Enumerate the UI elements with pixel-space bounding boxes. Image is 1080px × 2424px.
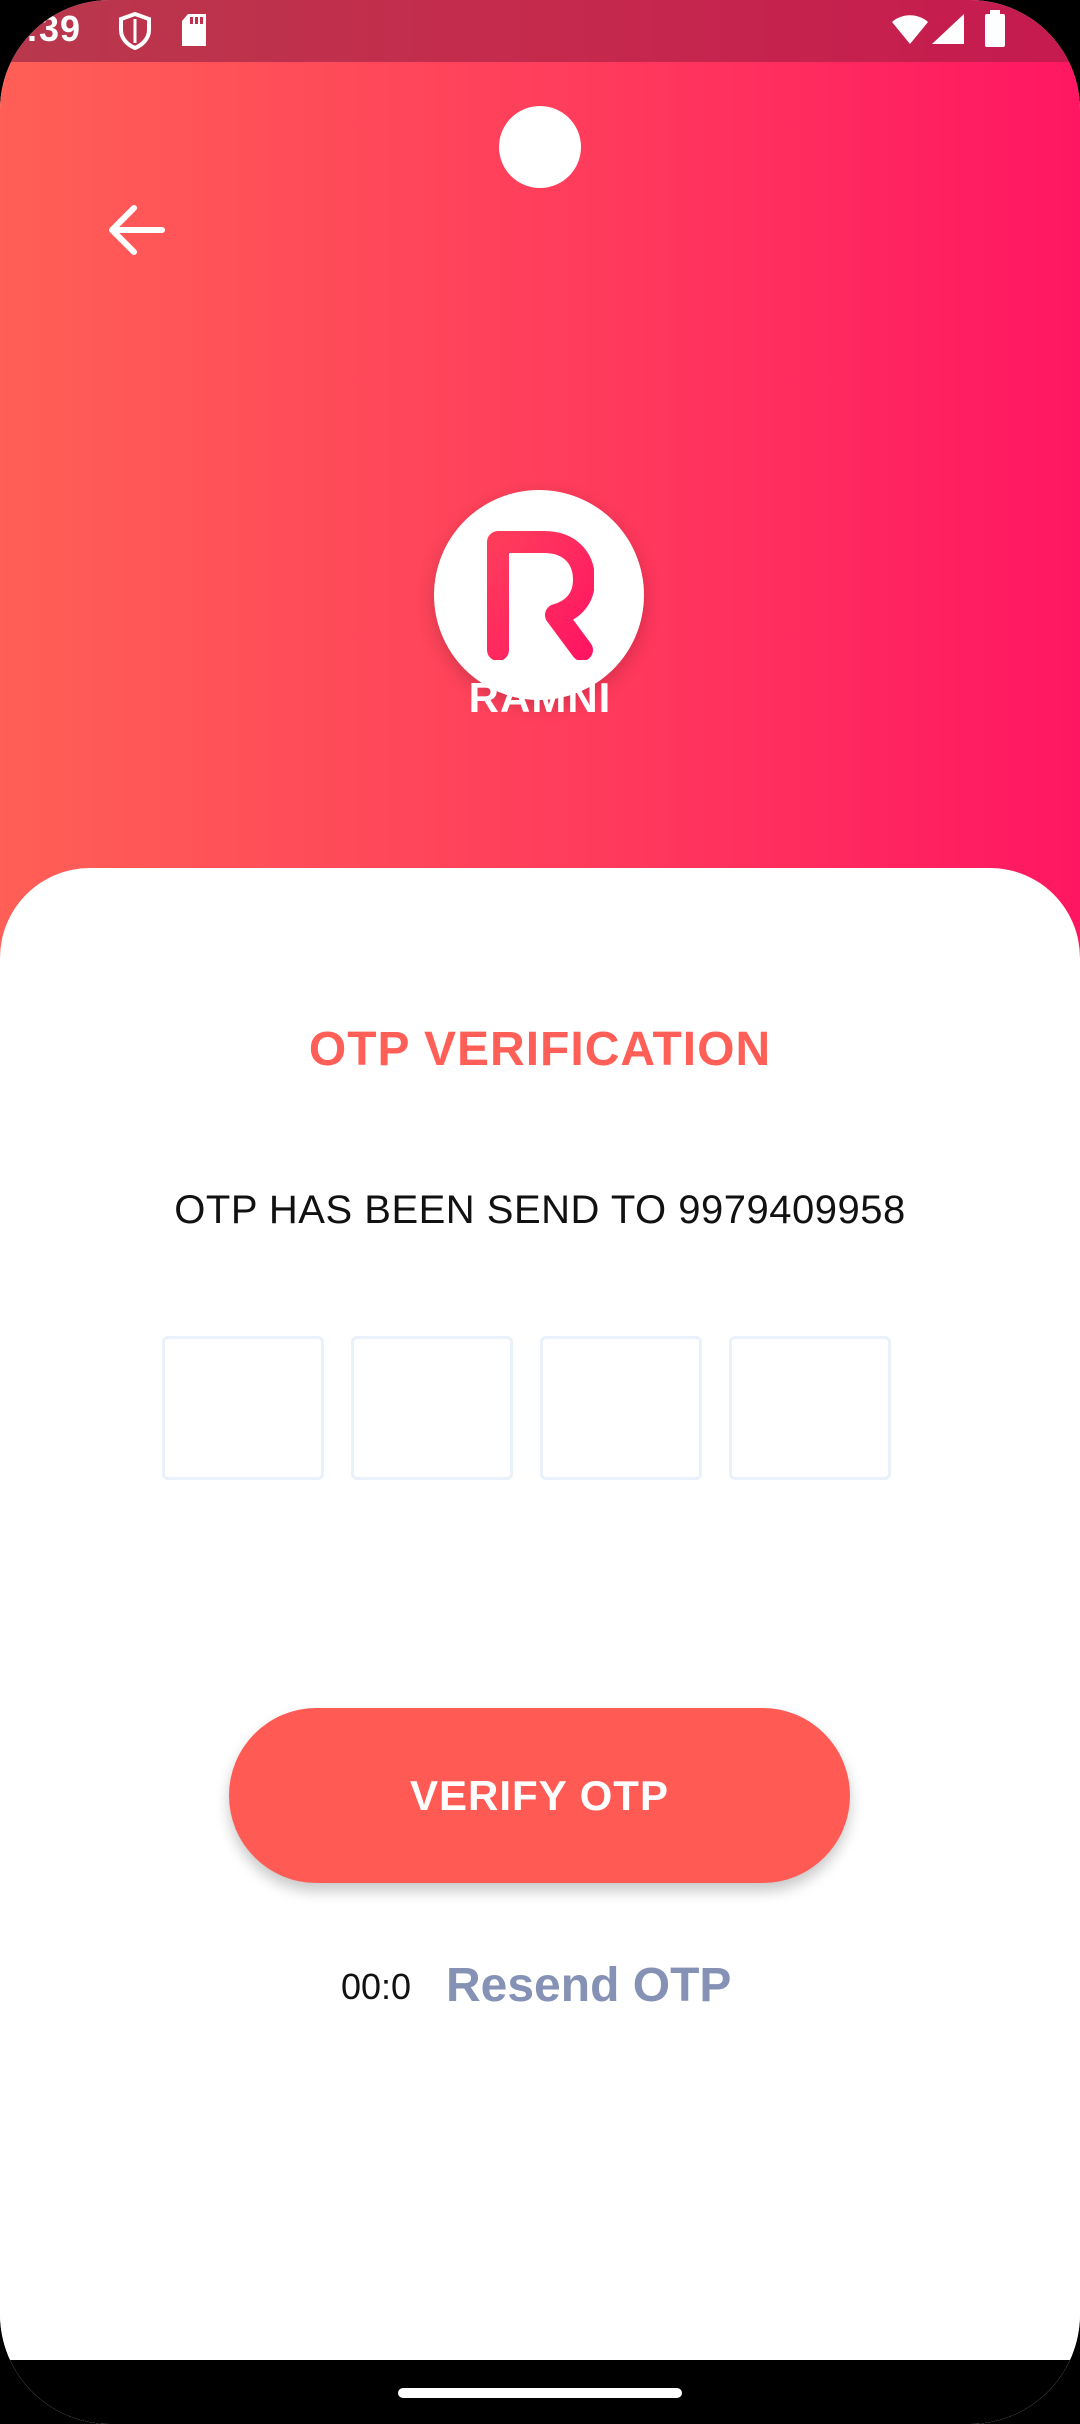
otp-digit-4[interactable] (729, 1336, 891, 1480)
app-logo (434, 490, 644, 700)
logo-letter-icon (487, 531, 594, 660)
front-camera (499, 106, 581, 188)
status-bar: :39 (0, 0, 1080, 62)
header-banner: RAMNI (0, 62, 1080, 962)
arrow-left-icon[interactable] (104, 198, 168, 262)
otp-title: OTP VERIFICATION (308, 1023, 772, 1076)
battery-icon (984, 10, 1006, 53)
signal-icon (930, 12, 966, 51)
otp-digit-1[interactable] (162, 1336, 324, 1480)
otp-input-row (162, 1336, 897, 1484)
wifi-icon (890, 14, 930, 51)
otp-timer: 00:0 (341, 1966, 412, 2007)
sd-card-icon (180, 12, 208, 53)
verify-otp-button[interactable]: VERIFY OTP (229, 1708, 850, 1883)
otp-card (0, 868, 1080, 2424)
status-time: :39 (26, 8, 82, 49)
resend-otp-link[interactable]: Resend OTP (446, 1958, 731, 2013)
otp-description: OTP HAS BEEN SEND TO 9979409958 (174, 1188, 906, 1232)
shield-icon (118, 11, 152, 55)
app-name: RAMNI (468, 674, 612, 721)
screen: :39 RAMNI OTP VERIFICATION OTP HAS BEEN … (0, 0, 1080, 2424)
otp-digit-2[interactable] (351, 1336, 513, 1480)
otp-digit-3[interactable] (540, 1336, 702, 1480)
home-indicator[interactable] (398, 2388, 682, 2398)
